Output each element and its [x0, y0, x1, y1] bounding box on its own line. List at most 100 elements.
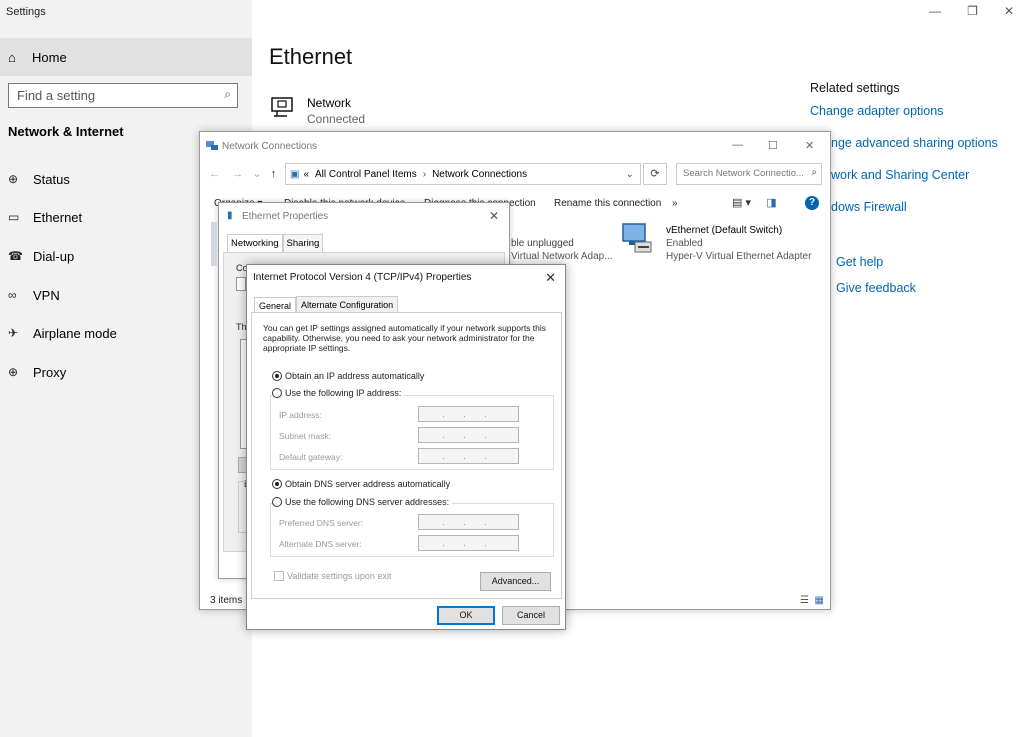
tab-networking[interactable]: Networking	[227, 234, 283, 252]
change-view-icon[interactable]: ▤ ▾	[732, 197, 751, 209]
cancel-button[interactable]: Cancel	[502, 606, 560, 625]
use-following-ip-radio[interactable]: Use the following IP address:	[272, 388, 405, 398]
get-help-link[interactable]: Get help	[836, 255, 883, 269]
nav-home[interactable]: ⌂ Home	[0, 38, 252, 76]
nav-item-label: Dial-up	[33, 248, 75, 264]
tab-sharing[interactable]: Sharing	[282, 234, 324, 252]
tiles-view-icon[interactable]: ▦	[815, 595, 824, 606]
minimize-icon[interactable]: —	[929, 4, 941, 18]
vethernet-adapter-icon[interactable]	[621, 222, 653, 256]
preferred-dns-label: Preferred DNS server:	[279, 518, 364, 528]
default-gateway-field[interactable]: . . .	[418, 448, 519, 464]
globe-icon: ⊕	[8, 172, 19, 186]
forward-arrow-icon[interactable]: →	[232, 168, 243, 180]
close-icon[interactable]: ✕	[805, 139, 814, 152]
back-arrow-icon[interactable]: ←	[209, 168, 220, 180]
nav-item-label: Status	[33, 171, 70, 187]
preferred-dns-field[interactable]: . . .	[418, 514, 519, 530]
address-bar[interactable]: ▣ « All Control Panel Items › Network Co…	[285, 163, 641, 185]
ip-address-field[interactable]: . . .	[418, 406, 519, 422]
preview-pane-icon[interactable]: ◨	[766, 197, 776, 209]
obtain-ip-auto-radio[interactable]: Obtain an IP address automatically	[272, 371, 424, 381]
ethernet-network-icon[interactable]	[271, 97, 297, 117]
adapter-detail: Virtual Network Adap...	[511, 251, 613, 262]
give-feedback-link[interactable]: Give feedback	[836, 281, 916, 295]
dialup-icon: ☎	[8, 249, 23, 263]
minimize-icon[interactable]: —	[732, 139, 743, 151]
find-setting-input[interactable]: Find a setting ⌕	[8, 83, 238, 108]
radio-selected-icon	[272, 371, 282, 381]
ok-button[interactable]: OK	[437, 606, 495, 625]
rename-button[interactable]: Rename this connection	[554, 198, 661, 209]
tab-alternate-configuration[interactable]: Alternate Configuration	[296, 296, 399, 313]
home-icon: ⌂	[8, 49, 16, 65]
adapter-field	[236, 277, 246, 291]
close-icon[interactable]: ✕	[489, 209, 499, 223]
more-commands-button[interactable]: »	[672, 198, 678, 209]
restore-icon[interactable]: ❐	[967, 4, 978, 18]
general-panel: You can get IP settings assigned automat…	[251, 312, 562, 599]
breadcrumb-network-connections[interactable]: Network Connections	[432, 169, 527, 180]
use-following-ip-label: Use the following IP address:	[285, 388, 402, 398]
close-icon[interactable]: ✕	[545, 270, 556, 286]
alternate-dns-field[interactable]: . . .	[418, 535, 519, 551]
settings-window-title: Settings	[6, 6, 46, 18]
left-item-icon-fragment	[211, 222, 217, 266]
advanced-button[interactable]: Advanced...	[480, 572, 551, 591]
subnet-mask-label: Subnet mask:	[279, 431, 331, 441]
up-arrow-icon[interactable]: ↑	[271, 168, 277, 180]
address-prefix: «	[303, 168, 310, 180]
network-status: Connected	[307, 112, 366, 126]
alternate-dns-label: Alternate DNS server:	[279, 539, 362, 549]
radio-unselected-icon	[272, 497, 282, 507]
obtain-dns-auto-radio[interactable]: Obtain DNS server address automatically	[272, 479, 450, 489]
nav-item-label: VPN	[33, 287, 60, 303]
related-settings-title: Related settings	[810, 81, 900, 95]
dropdown-arrow-icon[interactable]: ⌄	[252, 168, 261, 180]
network-sharing-center-link[interactable]: work and Sharing Center	[831, 168, 969, 182]
checkbox-icon	[274, 571, 284, 581]
globe-icon: ⊕	[8, 365, 19, 379]
network-name[interactable]: Network	[307, 96, 351, 110]
this-connection-label: Th	[236, 322, 247, 332]
validate-settings-checkbox[interactable]: Validate settings upon exit	[274, 571, 391, 581]
radio-unselected-icon	[272, 388, 282, 398]
nav-arrows: ← → ⌄ ↑	[209, 167, 276, 180]
status-bar-count: 3 items	[210, 595, 243, 606]
page-title: Ethernet	[269, 44, 353, 69]
section-title: Network & Internet	[8, 124, 124, 139]
nc-search-input[interactable]: Search Network Connectio... ⌕	[676, 163, 822, 185]
maximize-icon[interactable]: ☐	[768, 139, 778, 152]
search-icon: ⌕	[811, 167, 817, 178]
ethernet-icon: ▭	[8, 210, 20, 224]
network-connections-icon	[206, 141, 218, 150]
ip-address-label: IP address:	[279, 410, 322, 420]
ipv4-description: You can get IP settings assigned automat…	[263, 323, 547, 353]
subnet-mask-field[interactable]: . . .	[418, 427, 519, 443]
adapter-icon: ▮	[227, 210, 233, 221]
nav-item-label: Airplane mode	[33, 325, 117, 341]
vethernet-name[interactable]: vEthernet (Default Switch)	[666, 225, 782, 236]
adapter-status: ble unplugged	[511, 238, 574, 249]
help-icon[interactable]: ?	[805, 196, 819, 210]
window-controls: — ❐ ✕	[929, 4, 1014, 18]
use-following-dns-radio[interactable]: Use the following DNS server addresses:	[272, 497, 453, 507]
close-icon[interactable]: ✕	[1004, 4, 1014, 18]
radio-selected-icon	[272, 479, 282, 489]
details-view-icon[interactable]: ☰	[800, 595, 809, 606]
change-advanced-sharing-link[interactable]: nge advanced sharing options	[831, 136, 998, 150]
breadcrumb-control-panel[interactable]: All Control Panel Items	[315, 169, 417, 180]
search-placeholder: Find a setting	[17, 88, 96, 103]
obtain-ip-auto-label: Obtain an IP address automatically	[285, 371, 425, 381]
nav-home-label: Home	[32, 49, 67, 65]
vethernet-status: Enabled	[666, 238, 703, 249]
nav-item-label: Ethernet	[33, 209, 83, 225]
obtain-dns-auto-label: Obtain DNS server address automatically	[285, 479, 451, 489]
change-adapter-options-link[interactable]: Change adapter options	[810, 104, 943, 118]
refresh-button[interactable]: ⟳	[643, 163, 667, 185]
ep-window-title: Ethernet Properties	[242, 211, 329, 222]
chevron-down-icon[interactable]: ⌄	[626, 169, 634, 180]
windows-firewall-link[interactable]: dows Firewall	[831, 200, 907, 214]
nav-item-label: Proxy	[33, 364, 67, 380]
airplane-icon: ✈	[8, 326, 19, 340]
